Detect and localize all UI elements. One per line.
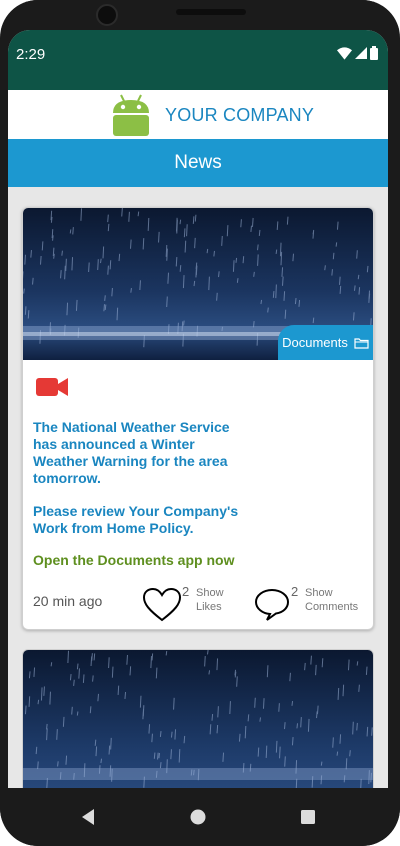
screen: 2:29 YOUR COMPANY News Documents The Nat… (8, 30, 388, 788)
comments-count: 2 (291, 584, 299, 599)
news-title-bar: News (8, 139, 388, 187)
signal-icon (355, 47, 367, 59)
show-comments-button[interactable]: 2 Show Comments (255, 584, 370, 624)
show-likes-label: Show Likes (196, 587, 224, 613)
show-comments-label: Show Comments (305, 587, 359, 613)
home-icon[interactable] (185, 804, 211, 830)
message-policy-review: Please review Your Company's Work from H… (33, 503, 239, 536)
news-feed[interactable]: Documents The National Weather Service h… (8, 187, 388, 788)
likes-count: 2 (182, 584, 190, 599)
recents-icon[interactable] (295, 804, 321, 830)
news-card-next[interactable] (22, 649, 374, 788)
status-icons (337, 46, 378, 60)
open-documents-link[interactable]: Open the Documents app now (33, 552, 234, 568)
heart-icon (143, 588, 181, 622)
documents-tab[interactable]: Documents (278, 325, 373, 360)
video-camera-icon[interactable] (36, 376, 68, 398)
back-icon[interactable] (75, 804, 101, 830)
top-bezel (0, 0, 400, 30)
battery-icon (370, 46, 378, 60)
android-logo-icon (113, 94, 149, 136)
status-bar: 2:29 (8, 30, 388, 90)
news-title: News (174, 152, 222, 173)
comment-bubble-icon (255, 589, 289, 621)
app-header: YOUR COMPANY (8, 90, 388, 139)
post-timestamp: 20 min ago (33, 593, 103, 609)
news-card[interactable]: Documents The National Weather Service h… (22, 207, 374, 630)
earpiece-speaker (176, 9, 246, 15)
system-nav-bar (0, 788, 400, 846)
phone-frame: 2:29 YOUR COMPANY News Documents The Nat… (0, 0, 400, 846)
show-likes-button[interactable]: 2 Show Likes (143, 584, 233, 624)
wifi-icon (337, 46, 352, 60)
folder-icon (354, 337, 369, 349)
status-time: 2:29 (16, 46, 46, 63)
company-name: YOUR COMPANY (165, 105, 315, 125)
message-weather-warning: The National Weather Service has announc… (33, 419, 230, 486)
rain-image (23, 650, 373, 788)
documents-tab-label: Documents (282, 335, 348, 350)
front-camera (96, 4, 118, 26)
